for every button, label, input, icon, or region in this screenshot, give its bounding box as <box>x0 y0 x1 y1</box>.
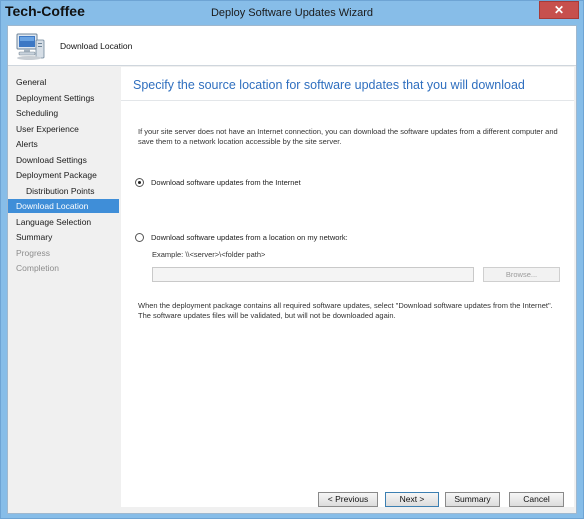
title-bar[interactable]: Tech-Coffee Deploy Software Updates Wiza… <box>1 1 583 25</box>
browse-button[interactable]: Browse... <box>483 267 560 282</box>
note-text: When the deployment package contains all… <box>138 301 553 320</box>
description-text: If your site server does not have an Int… <box>138 127 558 146</box>
page-heading: Specify the source location for software… <box>133 78 525 92</box>
nav-item-completion: Completion <box>16 263 59 273</box>
wizard-nav: General Deployment Settings Scheduling U… <box>8 67 119 513</box>
close-button[interactable]: ✕ <box>539 1 579 19</box>
nav-item-user-experience[interactable]: User Experience <box>8 122 119 136</box>
nav-item-distribution-points[interactable]: Distribution Points <box>8 184 119 198</box>
nav-item-language-selection[interactable]: Language Selection <box>8 215 119 229</box>
nav-item-alerts[interactable]: Alerts <box>8 137 119 151</box>
nav-item-deployment-package[interactable]: Deployment Package <box>8 168 119 182</box>
option-network-row[interactable]: Download software updates from a locatio… <box>135 231 348 243</box>
close-icon: ✕ <box>553 3 565 17</box>
nav-item-download-settings[interactable]: Download Settings <box>8 153 119 167</box>
window-title: Deploy Software Updates Wizard <box>210 7 373 19</box>
nav-item-progress: Progress <box>16 248 51 258</box>
option-internet-label[interactable]: Download software updates from the Inter… <box>151 178 301 187</box>
path-example-text: Example: \\<server>\<folder path> <box>152 250 266 259</box>
heading-divider <box>121 100 574 101</box>
wizard-window: Tech-Coffee Deploy Software Updates Wiza… <box>0 0 584 519</box>
radio-internet[interactable] <box>135 177 144 187</box>
next-button[interactable]: Next > <box>385 492 439 507</box>
nav-item-download-location[interactable]: Download Location <box>8 199 119 213</box>
main-pane: Specify the source location for software… <box>121 67 574 507</box>
option-internet-row[interactable]: Download software updates from the Inter… <box>135 176 301 188</box>
nav-item-general[interactable]: General <box>8 75 119 89</box>
radio-network[interactable] <box>135 232 144 242</box>
summary-button[interactable]: Summary <box>445 492 500 507</box>
cancel-button[interactable]: Cancel <box>509 492 564 507</box>
nav-item-deployment-settings[interactable]: Deployment Settings <box>8 91 119 105</box>
option-network-label[interactable]: Download software updates from a locatio… <box>151 233 348 242</box>
network-path-input[interactable] <box>152 267 474 282</box>
nav-item-scheduling[interactable]: Scheduling <box>8 106 119 120</box>
wizard-header: Download Location <box>8 26 576 66</box>
wizard-client-area: Download Location General Deployment Set… <box>7 25 577 514</box>
previous-button[interactable]: < Previous <box>318 492 378 507</box>
nav-item-summary[interactable]: Summary <box>8 230 119 244</box>
computer-icon <box>16 33 45 60</box>
wizard-header-title: Download Location <box>60 41 133 51</box>
